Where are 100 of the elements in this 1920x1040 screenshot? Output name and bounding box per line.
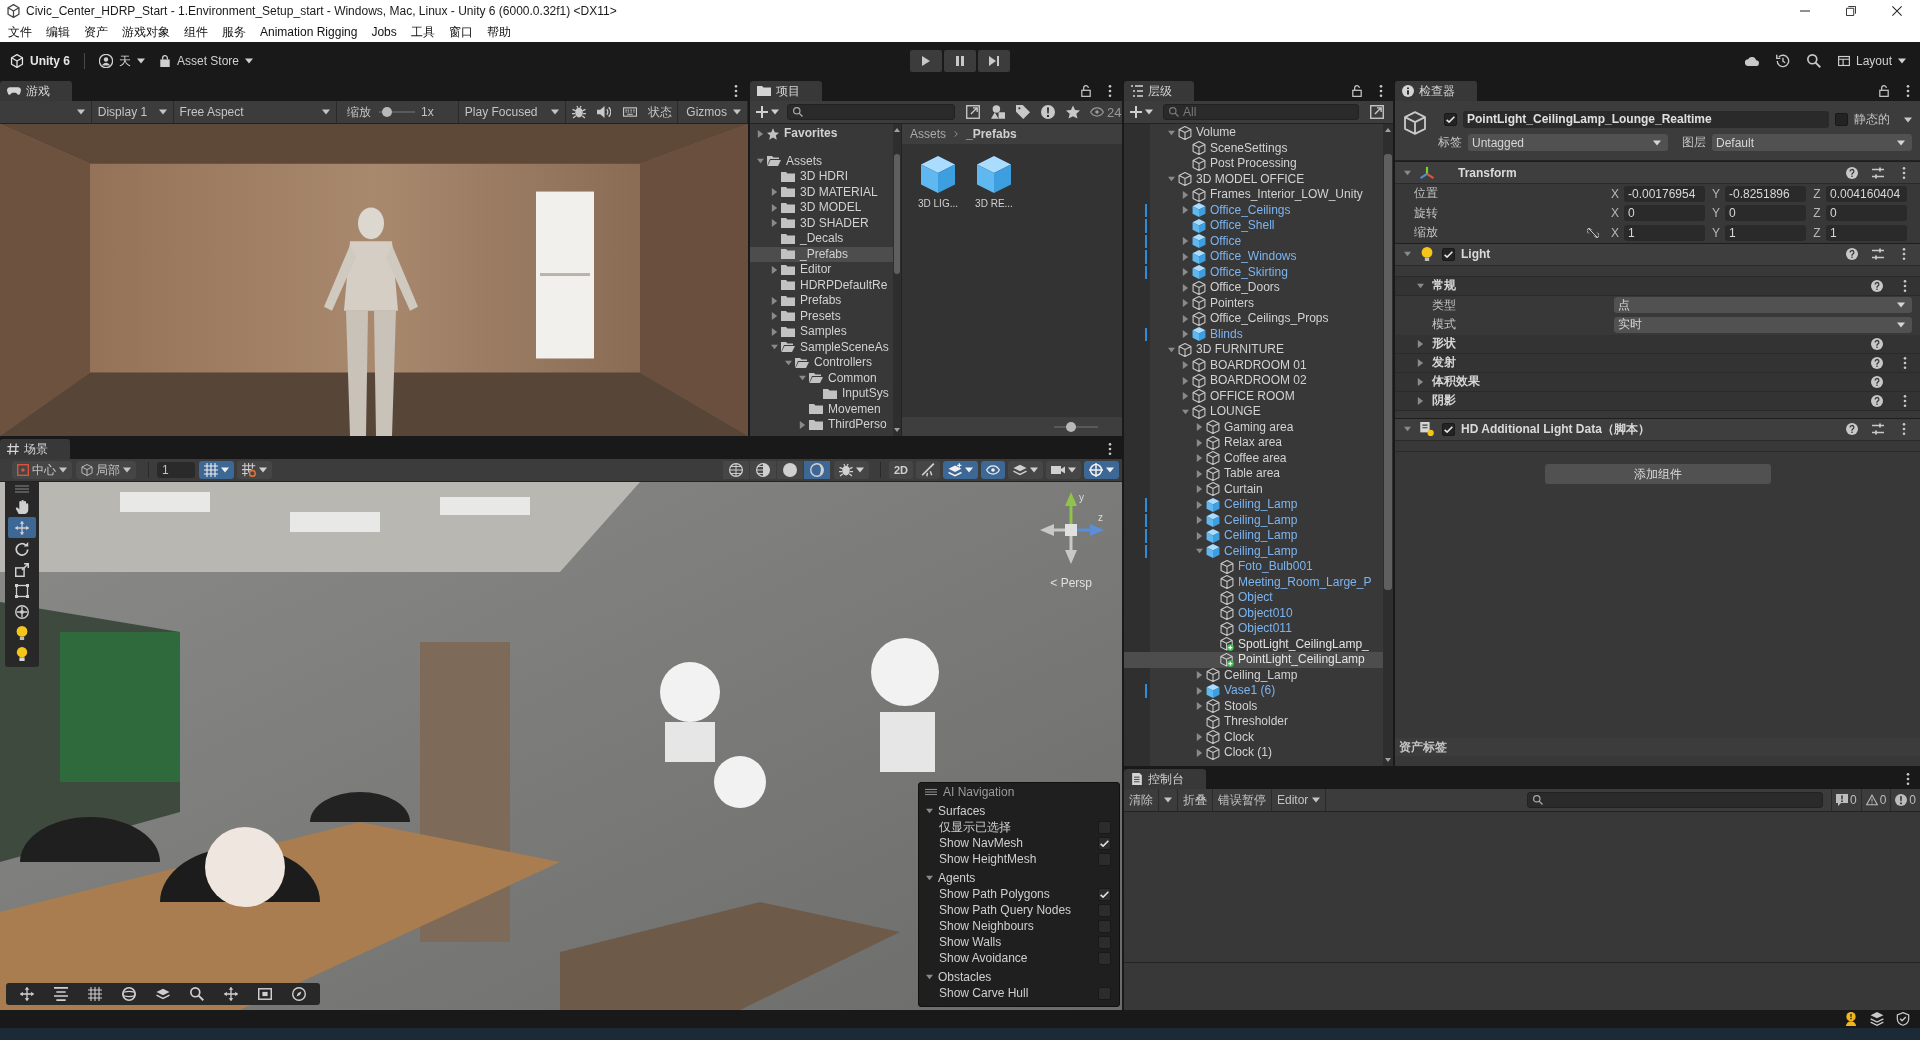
- disclosure-arrow-icon[interactable]: [926, 972, 933, 981]
- disclosure-arrow-icon[interactable]: [771, 203, 778, 212]
- stack-icon[interactable]: [1870, 1012, 1884, 1026]
- name-field[interactable]: PointLight_CeilingLamp_Lounge_Realtime: [1463, 111, 1829, 128]
- menu-item[interactable]: 资产: [77, 22, 115, 42]
- disclosure-arrow-icon[interactable]: [1404, 168, 1411, 177]
- hierarchy-item[interactable]: Volume: [1124, 125, 1383, 141]
- number-field[interactable]: 1: [1624, 224, 1705, 241]
- disclosure-arrow-icon[interactable]: [1417, 377, 1424, 386]
- collapse-toggle[interactable]: 折叠: [1178, 789, 1213, 811]
- disclosure-arrow-icon[interactable]: [1182, 237, 1189, 246]
- number-field[interactable]: 0: [1826, 205, 1907, 222]
- checkbox[interactable]: [1442, 247, 1455, 261]
- disclosure-arrow-icon[interactable]: [1182, 361, 1189, 370]
- snap-increment-field[interactable]: 1: [157, 462, 195, 478]
- menu-item[interactable]: 游戏对象: [115, 22, 177, 42]
- axis-handle[interactable]: [1040, 524, 1065, 536]
- disclosure-arrow-icon[interactable]: [1182, 407, 1189, 416]
- axis-handle[interactable]: [1065, 492, 1077, 524]
- hierarchy-item[interactable]: 3D MODEL OFFICE: [1124, 171, 1383, 187]
- help-icon[interactable]: [1871, 337, 1883, 350]
- menu-item[interactable]: 组件: [177, 22, 215, 42]
- hierarchy-item[interactable]: SpotLight_CeilingLamp_: [1124, 636, 1383, 652]
- tag-dropdown[interactable]: Untagged: [1468, 134, 1668, 151]
- scrollbar-thumb[interactable]: [1384, 154, 1392, 590]
- folder-item[interactable]: Prefabs: [750, 293, 893, 309]
- layers-icon[interactable]: [156, 987, 170, 1001]
- checkbox[interactable]: [1444, 113, 1457, 126]
- menu-item[interactable]: 服务: [215, 22, 253, 42]
- hierarchy-item[interactable]: Office_Doors: [1124, 280, 1383, 296]
- lock-icon[interactable]: [1351, 85, 1363, 97]
- hierarchy-item[interactable]: Ceiling_Lamp: [1124, 497, 1383, 513]
- disclosure-arrow-icon[interactable]: [1404, 250, 1411, 258]
- checkbox[interactable]: [1835, 113, 1848, 126]
- project-tab[interactable]: 项目: [750, 81, 822, 101]
- restore-icon[interactable]: [1846, 6, 1856, 16]
- number-field[interactable]: -0.00176954: [1624, 185, 1705, 202]
- help-icon[interactable]: [1846, 166, 1858, 179]
- number-field[interactable]: 1: [1725, 224, 1806, 241]
- disclosure-arrow-icon[interactable]: [1196, 500, 1203, 509]
- hierarchy-item[interactable]: Office_Shell: [1124, 218, 1383, 234]
- tag-icon[interactable]: [1016, 105, 1030, 119]
- hierarchy-item[interactable]: Office_Windows: [1124, 249, 1383, 265]
- disclosure-arrow-icon[interactable]: [1182, 392, 1189, 401]
- disclosure-arrow-icon[interactable]: [926, 873, 933, 882]
- disclosure-arrow-icon[interactable]: [1196, 516, 1203, 525]
- hierarchy-item[interactable]: PointLight_CeilingLamp: [1124, 652, 1383, 668]
- slider-thumb[interactable]: [381, 107, 392, 117]
- disclosure-arrow-icon[interactable]: [1168, 128, 1175, 137]
- disclosure-arrow-icon[interactable]: [771, 265, 778, 274]
- asset-item[interactable]: 3D LIG...: [914, 156, 962, 209]
- folder-item[interactable]: Presets: [750, 308, 893, 324]
- favorites-item[interactable]: Favorites: [750, 126, 893, 142]
- folder-item[interactable]: Common: [750, 370, 893, 386]
- menu-item[interactable]: 文件: [1, 22, 39, 42]
- console-tab[interactable]: 控制台: [1124, 769, 1206, 789]
- help-icon[interactable]: [1871, 375, 1883, 388]
- checkbox[interactable]: [1098, 836, 1111, 850]
- lock-icon[interactable]: [1878, 85, 1890, 97]
- disclosure-arrow-icon[interactable]: [1196, 485, 1203, 494]
- folder-item[interactable]: Movemen: [750, 401, 893, 417]
- property-dropdown[interactable]: 实时: [1614, 316, 1912, 333]
- log-count-toggle[interactable]: 0: [1860, 789, 1891, 811]
- scene-tab[interactable]: 场景: [0, 439, 70, 459]
- disclosure-arrow-icon[interactable]: [1196, 733, 1203, 742]
- folder-item[interactable]: SampleSceneAs: [750, 339, 893, 355]
- hierarchy-item[interactable]: BOARDROOM 02: [1124, 373, 1383, 389]
- breadcrumb-link[interactable]: Assets: [910, 127, 946, 141]
- help-icon[interactable]: [1846, 248, 1858, 260]
- disclosure-arrow-icon[interactable]: [1404, 425, 1411, 433]
- layer-dropdown[interactable]: Default: [1712, 134, 1912, 151]
- shield-check-icon[interactable]: [1896, 1012, 1910, 1026]
- play-mode-dropdown[interactable]: Play Focused: [457, 101, 566, 123]
- error-pause-toggle[interactable]: 错误暂停: [1213, 789, 1272, 811]
- menu-item[interactable]: Animation Rigging: [253, 22, 365, 42]
- lock-icon[interactable]: [1080, 85, 1092, 97]
- move-arrows-icon[interactable]: [224, 987, 238, 1001]
- disclosure-arrow-icon[interactable]: [785, 358, 792, 367]
- disclosure-arrow-icon[interactable]: [1182, 314, 1189, 323]
- popout-icon[interactable]: [1370, 105, 1384, 119]
- hierarchy-item[interactable]: Office_Ceilings: [1124, 202, 1383, 218]
- caret-icon[interactable]: [1904, 116, 1912, 123]
- log-count-toggle[interactable]: 0: [1830, 789, 1861, 811]
- hierarchy-item[interactable]: Foto_Bulb001: [1124, 559, 1383, 575]
- scale-slider[interactable]: [379, 107, 416, 117]
- disclosure-arrow-icon[interactable]: [1417, 358, 1424, 367]
- disclosure-arrow-icon[interactable]: [1196, 702, 1203, 711]
- disclosure-arrow-icon[interactable]: [757, 157, 764, 166]
- disclosure-arrow-icon[interactable]: [799, 374, 806, 383]
- hierarchy-item[interactable]: Ceiling_Lamp: [1124, 667, 1383, 683]
- stats-button[interactable]: 状态: [643, 101, 679, 123]
- hierarchy-item[interactable]: Frames_Interior_LOW_Unity: [1124, 187, 1383, 203]
- component-header[interactable]: Light: [1395, 242, 1920, 266]
- play-control-button[interactable]: [910, 50, 942, 72]
- menu-item[interactable]: 帮助: [479, 22, 518, 42]
- slider-thumb[interactable]: [1065, 421, 1076, 432]
- exclamation-icon[interactable]: [1041, 105, 1055, 119]
- view-toggle[interactable]: [1084, 461, 1119, 479]
- draw-mode-button[interactable]: [749, 461, 776, 479]
- icon-size-slider[interactable]: [1054, 421, 1098, 432]
